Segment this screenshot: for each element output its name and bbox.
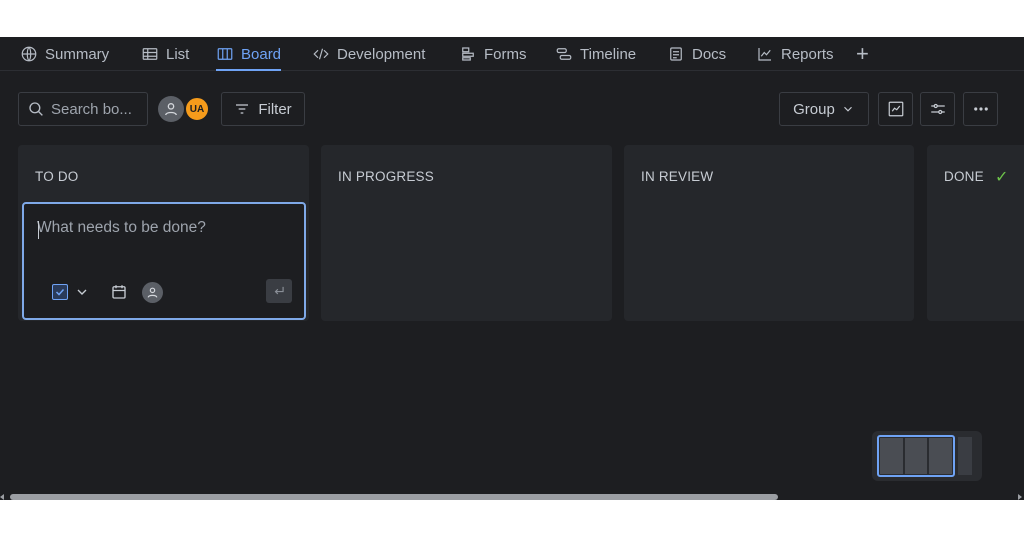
timeline-icon — [556, 48, 572, 60]
minimap-column — [929, 438, 953, 474]
filter-icon — [236, 104, 249, 114]
calendar-icon[interactable] — [110, 283, 128, 301]
scrollbar-thumb[interactable] — [10, 494, 778, 500]
tab-label: Timeline — [580, 45, 637, 63]
column-in-progress: IN PROGRESS — [321, 145, 612, 321]
tab-reports[interactable]: Reports — [756, 37, 834, 71]
person-icon — [147, 287, 158, 298]
check-icon: ✓ — [995, 169, 1009, 186]
search-placeholder: Search bo... — [51, 100, 132, 118]
column-title: DONE — [944, 169, 984, 184]
tab-forms[interactable]: Forms — [459, 37, 527, 71]
text-caret — [38, 221, 39, 239]
list-table-icon — [142, 48, 158, 60]
insights-icon — [888, 101, 903, 117]
enter-submit-button[interactable] — [266, 279, 292, 303]
column-title: IN PROGRESS — [338, 169, 434, 184]
issue-summary-input[interactable] — [37, 219, 287, 237]
issue-type-checkbox-icon[interactable] — [52, 284, 68, 300]
avatar-unassigned[interactable] — [158, 96, 184, 122]
group-label: Group — [793, 100, 835, 118]
more-icon — [973, 107, 988, 111]
tab-label: Reports — [781, 45, 834, 63]
filter-button[interactable]: Filter — [221, 92, 305, 126]
tab-label: Summary — [45, 45, 110, 63]
tab-summary[interactable]: Summary — [20, 37, 109, 71]
tab-list[interactable]: List — [141, 37, 189, 71]
tab-label: Development — [337, 45, 426, 63]
tab-docs[interactable]: Docs — [667, 37, 726, 71]
globe-icon — [21, 46, 37, 62]
column-title: IN REVIEW — [641, 169, 714, 184]
column-title: TO DO — [35, 169, 79, 184]
person-icon — [165, 103, 177, 116]
insights-button[interactable] — [878, 92, 913, 126]
chevron-down-icon — [843, 106, 852, 112]
column-in-review: IN REVIEW — [624, 145, 914, 321]
plus-icon[interactable]: + — [856, 43, 869, 65]
minimap-column — [904, 438, 928, 474]
board-minimap[interactable] — [872, 431, 982, 481]
tab-board[interactable]: Board — [216, 37, 282, 71]
code-icon — [313, 48, 329, 60]
minimap-column — [958, 437, 972, 475]
filter-label: Filter — [258, 100, 292, 118]
horizontal-scrollbar[interactable] — [0, 492, 1024, 500]
chart-line-icon — [758, 48, 771, 61]
chevron-down-icon[interactable] — [74, 284, 90, 300]
assignee-avatar[interactable] — [142, 282, 163, 303]
tab-label: List — [166, 45, 190, 63]
avatar-ua[interactable]: UA — [184, 96, 210, 122]
column-done: DONE ✓ — [927, 145, 1024, 321]
more-button[interactable] — [963, 92, 998, 126]
forms-icon — [462, 47, 474, 61]
project-nav: Summary List Board Development Forms Tim… — [0, 37, 1024, 71]
board-columns-icon — [217, 48, 233, 60]
view-settings-icon — [930, 103, 945, 115]
enter-icon — [274, 286, 284, 295]
tab-timeline[interactable]: Timeline — [555, 37, 636, 71]
scroll-left-icon[interactable] — [0, 494, 4, 500]
tab-label: Board — [241, 45, 282, 63]
create-issue-card[interactable] — [22, 202, 306, 320]
minimap-column — [880, 438, 903, 474]
minimap-viewport[interactable] — [877, 435, 955, 477]
board-app: Summary List Board Development Forms Tim… — [0, 37, 1024, 500]
group-button[interactable]: Group — [779, 92, 869, 126]
tab-label: Docs — [692, 45, 727, 63]
tab-development[interactable]: Development — [312, 37, 425, 71]
tab-label: Forms — [484, 45, 527, 63]
scroll-right-icon[interactable] — [1018, 494, 1022, 500]
view-settings-button[interactable] — [920, 92, 955, 126]
search-icon — [29, 102, 43, 116]
document-icon — [670, 47, 682, 61]
search-input[interactable]: Search bo... — [18, 92, 148, 126]
